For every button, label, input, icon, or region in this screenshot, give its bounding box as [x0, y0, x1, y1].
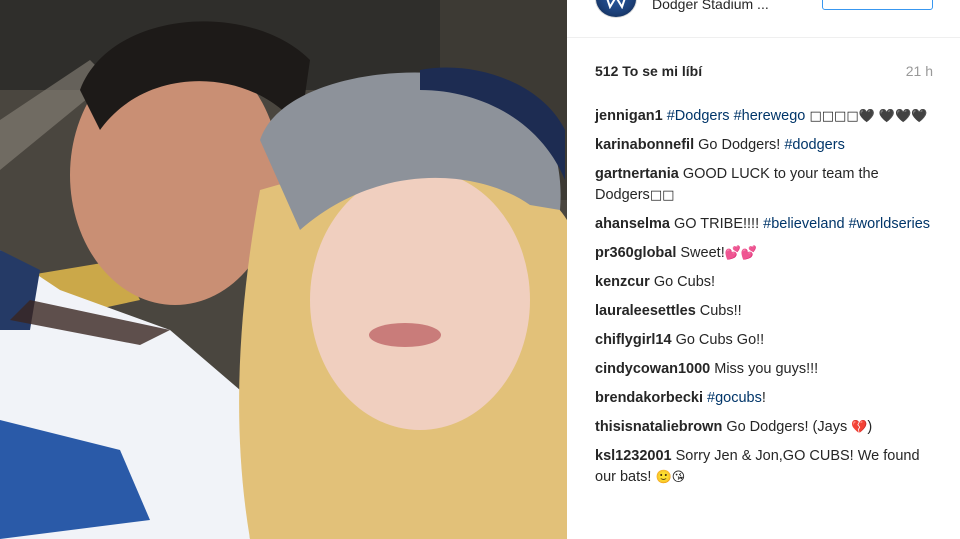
hashtag-link[interactable]: #worldseries: [849, 216, 930, 232]
comment-item: cindycowan1000 Miss you guys!!!: [595, 359, 935, 380]
post-time[interactable]: 21 h: [906, 63, 933, 79]
comment-item: kenzcur Go Cubs!: [595, 272, 935, 293]
comment-item: thisisnataliebrown Go Dodgers! (Jays 💔): [595, 417, 935, 438]
comment-text: Go Cubs!: [653, 274, 716, 290]
comment-text: Sweet!: [680, 245, 725, 261]
hashtag-link[interactable]: #believeland: [763, 216, 844, 232]
comment-item: pr360global Sweet!💕💕: [595, 243, 935, 264]
follow-button[interactable]: [822, 0, 933, 10]
selfie-illustration: [0, 0, 567, 539]
hashtag-link[interactable]: #Dodgers: [667, 108, 730, 124]
post-location[interactable]: Dodger Stadium ...: [652, 0, 769, 12]
comment-text: Miss you guys!!!: [714, 361, 819, 377]
comment-username[interactable]: thisisnataliebrown: [595, 419, 722, 435]
comment-item: brendakorbecki #gocubs!: [595, 388, 935, 409]
comment-item: chiflygirl14 Go Cubs Go!!: [595, 330, 935, 351]
comment-username[interactable]: cindycowan1000: [595, 361, 710, 377]
emoji-text: 💕💕: [724, 246, 758, 261]
comment-username[interactable]: kenzcur: [595, 274, 650, 290]
post-header: Dodger Stadium ...: [567, 0, 960, 38]
comment-text: ): [867, 419, 873, 435]
comment-username[interactable]: ksl1232001: [595, 448, 672, 464]
emoji-text: 💔: [851, 420, 868, 435]
comment-item: lauraleesettles Cubs!!: [595, 301, 935, 322]
post-sidebar: Dodger Stadium ... 512 To se mi líbí 21 …: [567, 0, 960, 539]
comment-username[interactable]: karinabonnefil: [595, 137, 694, 153]
comment-text: Cubs!!: [699, 303, 742, 319]
likes-count[interactable]: 512 To se mi líbí: [595, 63, 702, 79]
comment-text: !: [761, 390, 766, 406]
comment-username[interactable]: gartnertania: [595, 166, 679, 182]
emoji-text: 🙂😘: [655, 470, 686, 485]
comment-list: jennigan1 #Dodgers #herewego □□□□🖤 🖤🖤🖤 kar…: [595, 106, 935, 496]
comment-username[interactable]: brendakorbecki: [595, 390, 703, 406]
profile-avatar[interactable]: [595, 0, 637, 18]
comment-username[interactable]: pr360global: [595, 245, 676, 261]
comment-text: GO TRIBE!!!!: [673, 216, 764, 232]
comment-username[interactable]: ahanselma: [595, 216, 670, 232]
comment-item: jennigan1 #Dodgers #herewego □□□□🖤 🖤🖤🖤: [595, 106, 935, 127]
comment-username[interactable]: chiflygirl14: [595, 332, 672, 348]
comment-item: karinabonnefil Go Dodgers! #dodgers: [595, 135, 935, 156]
post-photo[interactable]: [0, 0, 567, 539]
comment-text: Go Dodgers!: [698, 137, 785, 153]
comment-username[interactable]: lauraleesettles: [595, 303, 696, 319]
emoji-text: □□: [649, 188, 675, 203]
comment-username[interactable]: jennigan1: [595, 108, 663, 124]
emoji-text: □□□□🖤 🖤🖤🖤: [805, 109, 928, 124]
hashtag-link[interactable]: #dodgers: [784, 137, 844, 153]
dodgers-logo-icon: [606, 0, 626, 9]
comment-item: ksl1232001 Sorry Jen & Jon,GO CUBS! We fo…: [595, 446, 935, 488]
comment-text: Go Dodgers! (Jays: [726, 419, 852, 435]
comment-text: Go Cubs Go!!: [675, 332, 765, 348]
comment-item: gartnertania GOOD LUCK to your team the D…: [595, 164, 935, 206]
comment-item: ahanselma GO TRIBE!!!! #believeland #worl…: [595, 214, 935, 235]
hashtag-link[interactable]: #herewego: [734, 108, 806, 124]
hashtag-link[interactable]: #gocubs: [707, 390, 762, 406]
likes-row: 512 To se mi líbí 21 h: [595, 63, 933, 83]
